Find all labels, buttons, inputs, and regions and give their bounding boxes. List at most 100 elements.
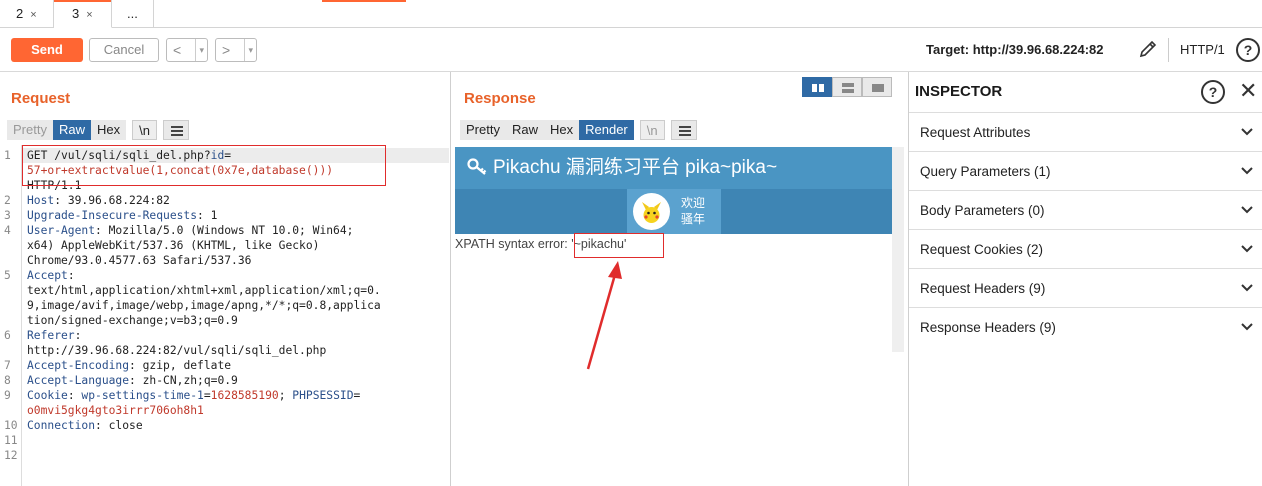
inspector-section[interactable]: Query Parameters (1) xyxy=(909,151,1262,190)
render-header: Pikachu 漏洞练习平台 pika~pika~ xyxy=(455,147,892,189)
inspector-section-label: Request Headers (9) xyxy=(920,281,1046,296)
inspector-section[interactable]: Response Headers (9) xyxy=(909,307,1262,346)
key-icon xyxy=(467,158,487,175)
code-token: Host xyxy=(27,194,55,207)
tab-label: ... xyxy=(127,6,138,21)
tab-close-icon[interactable]: × xyxy=(86,9,92,21)
newline-toggle[interactable]: \n xyxy=(132,120,157,140)
code-token: x64) AppleWebKit/537.36 (KHTML, like Gec… xyxy=(27,239,320,252)
inspector-section[interactable]: Request Attributes xyxy=(909,112,1262,151)
tab-pretty[interactable]: Pretty xyxy=(7,120,53,140)
line-number: 12 xyxy=(4,449,18,462)
chevron-down-icon[interactable] xyxy=(1240,322,1254,332)
send-button[interactable]: Send xyxy=(11,38,83,62)
tab-3[interactable]: 3 × xyxy=(54,0,112,28)
menu-icon[interactable] xyxy=(162,120,189,140)
layout-stacked-icon[interactable] xyxy=(832,77,862,97)
welcome-line: 骚年 xyxy=(681,212,706,226)
close-icon[interactable]: ✕ xyxy=(1239,78,1257,104)
tab-hex[interactable]: Hex xyxy=(90,120,127,140)
tab-raw[interactable]: Raw xyxy=(505,120,544,140)
code-token: Referer xyxy=(27,329,75,342)
code-token: = xyxy=(353,389,361,402)
line-code: Accept-Language: zh-CN,zh;q=0.9 xyxy=(27,374,238,387)
code-token: o0mvi5gkg4gto3irrr706oh8h1 xyxy=(27,404,204,417)
request-editor[interactable]: 1 GET /vul/sqli/sqli_del.php?id= 57+or+ext… xyxy=(0,145,450,486)
code-token: : xyxy=(67,389,82,402)
layout-single-icon[interactable] xyxy=(862,77,892,97)
line-code: Upgrade-Insecure-Requests: 1 xyxy=(27,209,217,222)
tab-raw[interactable]: Raw xyxy=(52,120,91,140)
chevron-down-icon[interactable]: ▾ xyxy=(244,39,253,61)
cancel-button[interactable]: Cancel xyxy=(89,38,159,62)
layout-side-by-side-icon[interactable] xyxy=(802,77,832,97)
chevron-down-icon[interactable] xyxy=(1240,205,1254,215)
code-token: User-Agent xyxy=(27,224,96,237)
welcome-text: 欢迎 骚年 xyxy=(681,195,705,227)
inspector-section[interactable]: Body Parameters (0) xyxy=(909,190,1262,229)
tab-hex[interactable]: Hex xyxy=(543,120,580,140)
line-number: 9 xyxy=(4,389,11,402)
chevron-down-icon[interactable] xyxy=(1240,127,1254,137)
toolbar-divider xyxy=(1168,38,1169,62)
help-icon[interactable]: ? xyxy=(1201,80,1225,104)
tab-more[interactable]: ... xyxy=(112,0,154,28)
tab-close-icon[interactable]: × xyxy=(30,9,36,21)
line-number: 3 xyxy=(4,209,11,222)
code-token: : zh-CN,zh;q=0.9 xyxy=(129,374,238,387)
line-code: Accept: xyxy=(27,269,75,282)
line-number: 11 xyxy=(4,434,18,447)
line-number: 1 xyxy=(4,149,11,162)
inspector-section[interactable]: Request Headers (9) xyxy=(909,268,1262,307)
render-navbar: 欢迎 骚年 xyxy=(455,189,892,234)
tab-label: 2 xyxy=(16,6,24,21)
back-button[interactable]: < ▾ xyxy=(166,38,208,62)
line-code: Chrome/93.0.4577.63 Safari/537.36 xyxy=(27,254,251,267)
panel-divider xyxy=(450,72,451,486)
inspector-section-label: Request Attributes xyxy=(920,125,1031,140)
code-token: : gzip, deflate xyxy=(129,359,232,372)
payload-highlight-box xyxy=(22,145,386,186)
forward-button[interactable]: > ▾ xyxy=(215,38,257,62)
code-token: Accept-Language xyxy=(27,374,130,387)
target-label: Target: http://39.96.68.224:82 xyxy=(926,42,1104,57)
line-number: 7 xyxy=(4,359,11,372)
tab-render[interactable]: Render xyxy=(579,120,634,140)
line-number: 2 xyxy=(4,194,11,207)
tab-pretty[interactable]: Pretty xyxy=(460,120,506,140)
code-token: Connection xyxy=(27,419,96,432)
line-code: tion/signed-exchange;v=b3;q=0.9 xyxy=(27,314,238,327)
line-number: 8 xyxy=(4,374,11,387)
response-view-tabs: Pretty Raw Hex Render \n xyxy=(460,120,697,140)
render-scrollbar[interactable] xyxy=(892,147,904,352)
newline-toggle[interactable]: \n xyxy=(639,120,665,140)
code-token: : 39.96.68.224:82 xyxy=(54,194,170,207)
chevron-right-icon: > xyxy=(222,42,231,58)
chevron-down-icon[interactable] xyxy=(1240,244,1254,254)
annotation-arrow xyxy=(586,261,622,370)
code-token: text/html,application/xhtml+xml,applicat… xyxy=(27,284,381,297)
inspector-section-label: Response Headers (9) xyxy=(920,320,1056,335)
render-header-title: Pikachu 漏洞练习平台 pika~pika~ xyxy=(493,157,778,178)
chevron-down-icon[interactable] xyxy=(1240,283,1254,293)
chevron-down-icon[interactable]: ▾ xyxy=(195,39,204,61)
tab-strip-accent xyxy=(322,0,406,2)
tab-2[interactable]: 2 × xyxy=(0,0,54,28)
pikachu-avatar xyxy=(633,193,670,230)
http-version-toggle[interactable]: HTTP/1 xyxy=(1180,42,1225,57)
line-code: o0mvi5gkg4gto3irrr706oh8h1 xyxy=(27,404,204,417)
code-token: 1628585190 xyxy=(210,389,279,402)
inspector-title: INSPECTOR xyxy=(915,83,1003,100)
xpath-error-prefix: XPATH syntax error: xyxy=(455,237,572,251)
inspector-section[interactable]: Request Cookies (2) xyxy=(909,229,1262,268)
code-token: tion/signed-exchange;v=b3;q=0.9 xyxy=(27,314,238,327)
menu-icon[interactable] xyxy=(670,120,697,140)
line-code: Referer: xyxy=(27,329,81,342)
code-token: 9,image/avif,image/webp,image/apng,*/*;q… xyxy=(27,299,381,312)
code-token: Chrome/93.0.4577.63 Safari/537.36 xyxy=(27,254,252,267)
line-code: 9,image/avif,image/webp,image/apng,*/*;q… xyxy=(27,299,381,312)
pencil-icon[interactable] xyxy=(1137,38,1159,60)
chevron-down-icon[interactable] xyxy=(1240,166,1254,176)
help-icon[interactable]: ? xyxy=(1236,38,1260,62)
line-code: Connection: close xyxy=(27,419,143,432)
